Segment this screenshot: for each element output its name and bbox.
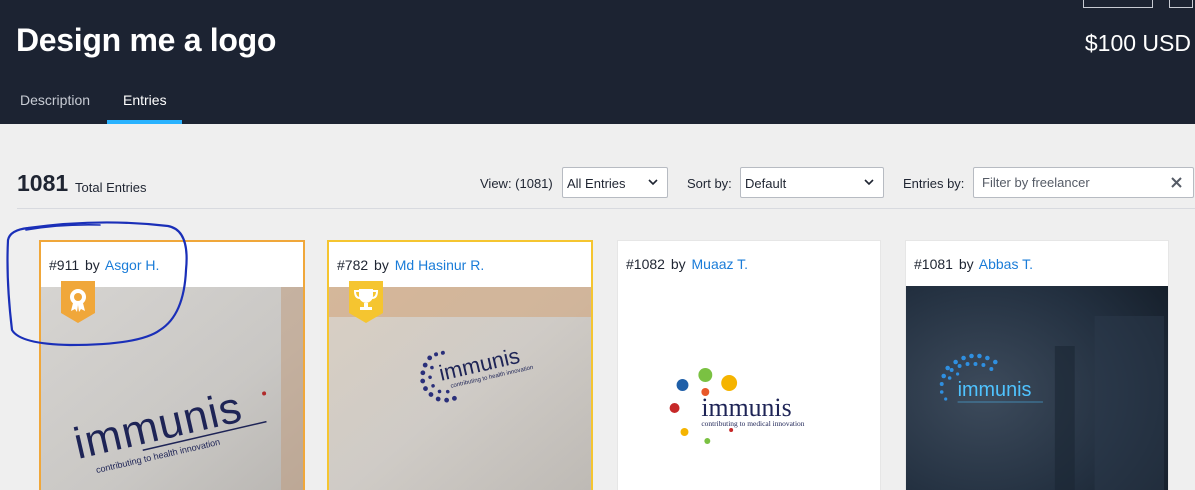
entry-by-text: by xyxy=(670,256,686,272)
header-menu-button[interactable] xyxy=(1169,0,1193,8)
entry-card[interactable]: #782 by Md Hasinur R. immunis contributi… xyxy=(327,240,593,490)
entry-by-text: by xyxy=(85,257,100,273)
freelancer-link[interactable]: Asgor H. xyxy=(105,257,159,273)
entry-header: #1081 by Abbas T. xyxy=(906,241,1168,286)
total-entries-count: 1081 xyxy=(17,170,69,196)
entry-thumbnail[interactable]: immunis xyxy=(906,286,1168,490)
entry-header: #1082 by Muaaz T. xyxy=(618,241,880,286)
sort-select[interactable]: Default xyxy=(740,167,884,198)
freelancer-filter-input[interactable] xyxy=(974,168,1154,197)
tab-entries[interactable]: Entries xyxy=(123,92,167,108)
total-entries-label: Total Entries xyxy=(75,180,147,195)
close-icon[interactable] xyxy=(1170,176,1183,189)
toolbar-divider xyxy=(17,208,1195,209)
sort-label: Sort by: xyxy=(687,176,732,191)
trophy-icon xyxy=(349,281,383,323)
chevron-down-icon xyxy=(864,179,874,186)
svg-text:immunis: immunis xyxy=(701,393,791,422)
entry-number: #782 xyxy=(337,257,369,273)
page-title: Design me a logo xyxy=(16,22,277,58)
active-tab-indicator xyxy=(107,120,182,124)
view-select-value: All Entries xyxy=(567,176,626,191)
award-ribbon-icon xyxy=(61,281,95,323)
tab-description[interactable]: Description xyxy=(20,92,90,108)
view-select[interactable]: All Entries xyxy=(562,167,668,198)
entry-card[interactable]: #911 by Asgor H. immunis contributing to… xyxy=(39,240,305,490)
entry-card[interactable]: #1081 by Abbas T. immunis xyxy=(905,240,1169,490)
entry-card[interactable]: #1082 by Muaaz T. immunis contributing t… xyxy=(617,240,881,490)
svg-text:immunis: immunis xyxy=(958,379,1032,401)
entry-number: #911 xyxy=(49,257,80,273)
freelancer-filter xyxy=(973,167,1194,198)
svg-text:contributing to medical innova: contributing to medical innovation xyxy=(701,419,804,428)
entries-by-label: Entries by: xyxy=(903,176,965,191)
entry-number: #1081 xyxy=(914,256,953,272)
entry-by-text: by xyxy=(374,257,389,273)
prize-amount: $100 USD xyxy=(1084,30,1191,56)
contest-header: Design me a logo $100 USD Description En… xyxy=(0,0,1195,124)
view-label: View: (1081) xyxy=(480,176,553,191)
sort-select-value: Default xyxy=(745,176,787,191)
freelancer-link[interactable]: Muaaz T. xyxy=(692,256,749,272)
entry-number: #1082 xyxy=(626,256,665,272)
chevron-down-icon xyxy=(648,179,658,186)
entry-thumbnail[interactable]: immunis contributing to medical innovati… xyxy=(618,286,880,490)
header-action-button[interactable] xyxy=(1083,0,1153,8)
freelancer-link[interactable]: Md Hasinur R. xyxy=(395,257,484,273)
entry-by-text: by xyxy=(958,256,974,272)
freelancer-link[interactable]: Abbas T. xyxy=(979,256,1033,272)
